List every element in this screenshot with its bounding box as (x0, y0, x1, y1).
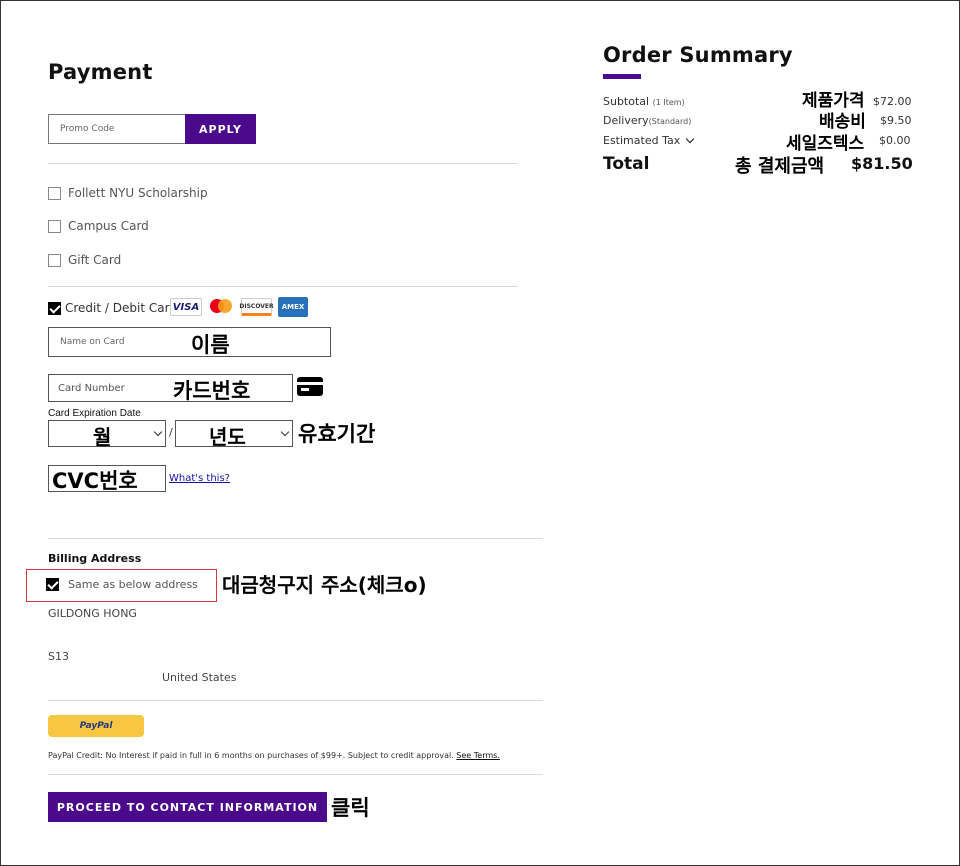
same-as-address-checkbox[interactable] (46, 578, 59, 591)
cvc-input[interactable]: CVC번호 (48, 465, 166, 493)
proceed-to-contact-button[interactable]: PROCEED TO CONTACT INFORMATION (48, 792, 327, 822)
divider (48, 163, 518, 164)
promo-code-input[interactable]: Promo Code (48, 114, 186, 144)
card-number-placeholder: Card Number (58, 383, 125, 394)
credit-card-label: Credit / Debit Card (65, 301, 177, 315)
mastercard-icon (206, 297, 236, 317)
credit-card-checkbox[interactable] (48, 302, 61, 315)
name-on-card-placeholder: Name on Card (60, 337, 125, 347)
tax-row[interactable]: Estimated Tax (603, 134, 694, 147)
subtotal-items: (1 Item) (652, 98, 685, 107)
delivery-label: Delivery (603, 114, 649, 127)
cvc-value: CVC번호 (52, 469, 138, 493)
see-terms-link[interactable]: See Terms. (456, 751, 500, 760)
card-number-input[interactable]: Card Number 카드번호 (48, 374, 293, 403)
scholarship-label: Follett NYU Scholarship (68, 186, 208, 200)
campus-card-checkbox[interactable] (48, 220, 61, 233)
delivery-row: Delivery(Standard) (603, 114, 691, 127)
delivery-value: $9.50 (880, 114, 912, 127)
tax-value: $0.00 (879, 134, 911, 147)
divider (48, 286, 518, 287)
divider (48, 774, 543, 775)
order-summary-title: Order Summary (603, 43, 793, 67)
total-annotation: 총 결제금액 (735, 156, 825, 177)
gift-card-label: Gift Card (68, 253, 122, 267)
gift-card-checkbox[interactable] (48, 254, 61, 267)
billing-address-title: Billing Address (48, 552, 142, 565)
subtotal-row: Subtotal (1 Item) (603, 95, 685, 108)
amex-icon: AMEX (278, 297, 308, 317)
chevron-down-icon (153, 427, 163, 437)
month-value: 월 (93, 425, 112, 449)
paypal-credit-description: PayPal Credit: No Interest if paid in fu… (48, 751, 454, 760)
whats-this-link[interactable]: What's this? (169, 473, 230, 484)
divider (48, 538, 543, 539)
total-value: $81.50 (851, 154, 913, 173)
credit-card-icon (297, 377, 323, 396)
billing-annotation: 대금청구지 주소(체크o) (222, 573, 427, 597)
proceed-annotation: 클릭 (331, 796, 370, 820)
billing-address-line: S13 (48, 650, 69, 663)
scholarship-checkbox[interactable] (48, 187, 61, 200)
expiration-month-select[interactable]: 월 (48, 420, 166, 449)
divider (48, 700, 543, 701)
payment-title: Payment (48, 60, 153, 84)
billing-name: GILDONG HONG (48, 607, 137, 620)
delivery-type: (Standard) (648, 117, 692, 126)
expiration-year-select[interactable]: 년도 (175, 420, 293, 449)
card-number-annotation: 카드번호 (173, 379, 251, 403)
tax-annotation: 세일즈텍스 (786, 134, 865, 154)
chevron-down-icon (280, 427, 290, 437)
name-annotation: 이름 (191, 333, 230, 357)
expiration-annotation: 유효기간 (298, 422, 376, 446)
campus-card-label: Campus Card (68, 219, 149, 233)
subtotal-value: $72.00 (873, 95, 912, 108)
subtotal-label: Subtotal (603, 95, 650, 108)
discover-icon: DISCOVER (239, 298, 274, 316)
total-label: Total (603, 154, 650, 174)
title-underline (603, 74, 641, 79)
apply-button[interactable]: APPLY (185, 114, 256, 144)
paypal-credit-text: PayPal Credit: No Interest if paid in fu… (48, 751, 500, 760)
promo-code-placeholder: Promo Code (60, 124, 115, 134)
year-value: 년도 (209, 425, 246, 449)
chevron-down-icon[interactable] (685, 134, 694, 144)
visa-icon: VISA (170, 298, 202, 316)
expiration-label: Card Expiration Date (48, 408, 141, 419)
paypal-button[interactable]: PayPal (48, 715, 144, 737)
expiration-separator: / (169, 426, 173, 439)
tax-label: Estimated Tax (603, 134, 681, 147)
same-as-address-label: Same as below address (68, 578, 198, 591)
billing-country: United States (162, 671, 237, 684)
name-on-card-input[interactable]: Name on Card 이름 (48, 327, 331, 357)
